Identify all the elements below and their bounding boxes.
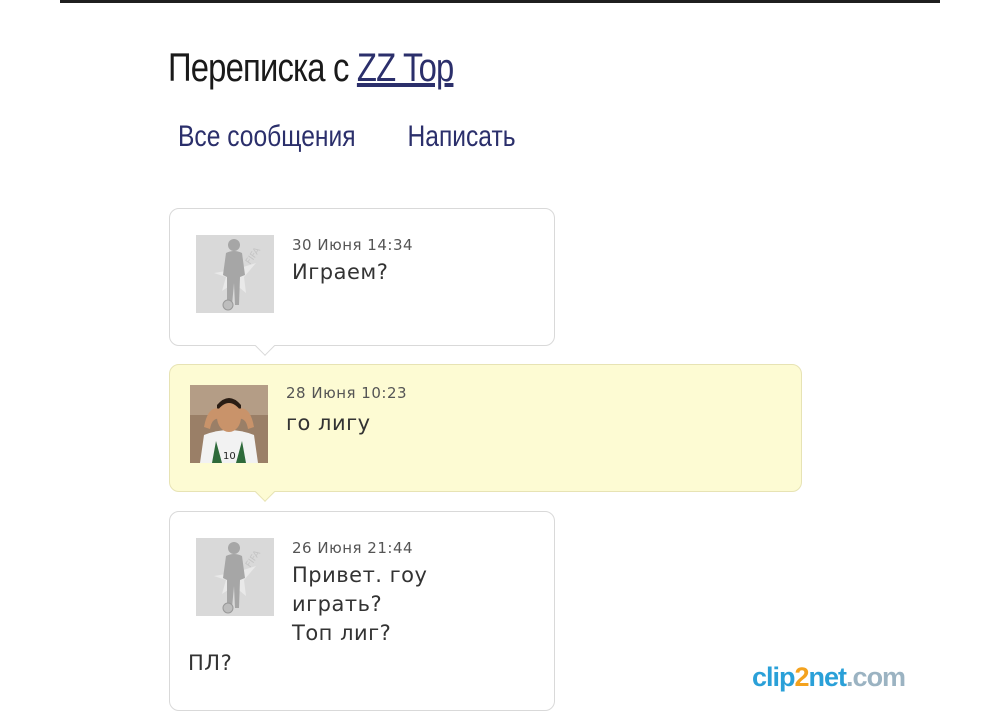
clip2net-watermark: clip2net.com — [752, 662, 906, 692]
message-date: 30 Июня 14:34 — [292, 236, 414, 254]
avatar[interactable]: FIFA — [196, 538, 274, 616]
page-title: Переписка с ZZ Top — [168, 46, 454, 91]
message-text: Играем? — [292, 260, 389, 284]
avatar[interactable]: 10 — [190, 385, 268, 463]
message-text: Привет. гоу играть? Топ лиг? — [292, 563, 428, 645]
message-item: 10 28 Июня 10:23 го лигу — [169, 364, 802, 502]
bubble-tail — [255, 336, 275, 356]
top-border — [60, 0, 940, 3]
bubble-tail — [255, 482, 275, 502]
avatar[interactable]: FIFA — [196, 235, 274, 313]
page-title-prefix: Переписка с — [168, 46, 349, 90]
svg-text:10: 10 — [223, 451, 236, 462]
message-date: 28 Июня 10:23 — [286, 384, 408, 402]
write-message-link[interactable]: Написать — [407, 120, 515, 153]
user-photo-icon: 10 — [190, 385, 268, 463]
message-item: FIFA 30 Июня 14:34 Играем? — [169, 208, 555, 356]
player-silhouette-icon: FIFA — [196, 235, 274, 313]
message-text-tail: ПЛ? — [188, 651, 233, 675]
message-item: FIFA 26 Июня 21:44 Привет. гоу играть? Т… — [169, 511, 555, 711]
contact-name-link[interactable]: ZZ Top — [357, 46, 454, 90]
all-messages-link[interactable]: Все сообщения — [178, 120, 356, 153]
message-date: 26 Июня 21:44 — [292, 539, 414, 557]
player-silhouette-icon: FIFA — [196, 538, 274, 616]
message-nav: Все сообщения Написать — [178, 120, 561, 154]
message-text: го лигу — [286, 411, 371, 435]
